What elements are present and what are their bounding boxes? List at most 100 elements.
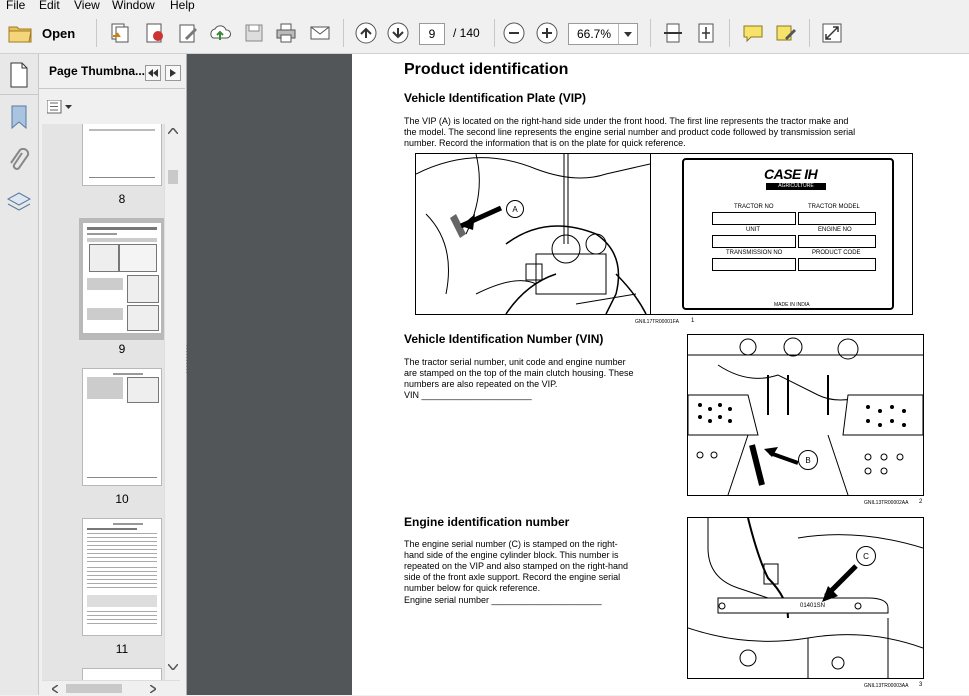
scrollbar-thumb[interactable]: [66, 684, 122, 693]
vip-text-line: the model. The second line represents th…: [404, 127, 856, 137]
thumbnail-page-12[interactable]: [82, 668, 162, 680]
scrollbar-thumb[interactable]: [168, 170, 178, 184]
thumbnail-horizontal-scrollbar[interactable]: [42, 680, 180, 696]
zoom-out-button[interactable]: [502, 21, 526, 45]
thumbnail-label: 8: [118, 192, 126, 206]
combine-files-button[interactable]: [108, 21, 132, 45]
highlighter-icon: [776, 25, 796, 41]
floppy-disk-icon: [245, 24, 263, 42]
plate-field-label: ENGINE NO: [818, 227, 852, 233]
callout-a: A: [506, 200, 524, 218]
previous-page-button[interactable]: [354, 21, 378, 45]
fit-page-width-icon: [664, 23, 682, 43]
panel-title: Page Thumbna...: [49, 64, 146, 78]
edit-button[interactable]: [176, 21, 200, 45]
zoom-in-button[interactable]: [535, 21, 559, 45]
scroll-down-icon[interactable]: [168, 664, 178, 670]
toolbar-separator: [96, 19, 97, 47]
page-title: Product identification: [404, 61, 569, 78]
callout-b: B: [798, 450, 818, 470]
plate-sub: AGRICULTURE: [766, 183, 826, 190]
vip-figure: A CASE IH AGRICULTURE TRACTOR NO TRACTOR…: [415, 153, 913, 315]
engine-number-figure: 01401SN C: [687, 517, 924, 679]
vin-figure: B: [687, 334, 924, 496]
figure-number: 1: [691, 318, 695, 324]
thumbnail-options-button[interactable]: [46, 99, 73, 117]
paperclip-icon: [10, 147, 30, 170]
panel-divider: [39, 88, 185, 89]
folder-icon: [8, 26, 32, 43]
thumbnail-scrollbar[interactable]: [164, 124, 181, 680]
plate-field-label: TRANSMISSION NO: [726, 250, 783, 256]
speech-bubble-icon: [743, 25, 763, 43]
documents-icon: [111, 23, 129, 43]
envelope-icon: [310, 26, 330, 40]
arrow-up-circle-icon: [355, 22, 377, 44]
plus-circle-icon: [536, 22, 558, 44]
layers-tab[interactable]: [6, 190, 32, 219]
page-thumbnails-tab[interactable]: [7, 62, 31, 91]
fit-page-button[interactable]: [694, 21, 718, 45]
menu-file[interactable]: File: [6, 0, 25, 12]
plate-field-label: UNIT: [746, 227, 760, 233]
upload-button[interactable]: [208, 21, 232, 45]
bookmarks-tab[interactable]: [8, 104, 30, 133]
expand-panel-button[interactable]: [165, 65, 181, 81]
callout-c: C: [856, 546, 876, 566]
fullscreen-button[interactable]: [820, 21, 844, 45]
chevron-right-icon: [170, 69, 176, 77]
scroll-up-icon[interactable]: [168, 128, 178, 134]
document-page: Product identification Vehicle Identific…: [352, 54, 969, 695]
figure-caption: GNIL13TR00002AA: [864, 500, 909, 506]
collapse-panel-button[interactable]: [145, 65, 161, 81]
scroll-right-icon[interactable]: [150, 685, 156, 693]
engine-text-line: hand side of the engine cylinder block. …: [404, 550, 619, 560]
engine-heading: Engine identification number: [404, 515, 570, 529]
save-button[interactable]: [242, 21, 266, 45]
page-total: / 140: [453, 26, 480, 40]
menu-window[interactable]: Window: [112, 0, 155, 12]
options-list-icon: [46, 99, 72, 114]
menu-edit[interactable]: Edit: [39, 0, 60, 12]
thumbnail-page-8[interactable]: [82, 124, 162, 186]
toolbar-separator: [729, 19, 730, 47]
thumbnail-page-10[interactable]: [82, 368, 162, 486]
plate-made-in: MADE IN INDIA: [774, 302, 810, 308]
clutch-housing-illustration: [688, 337, 923, 495]
chevron-down-icon[interactable]: [618, 24, 637, 44]
thumbnail-label: 11: [115, 642, 129, 656]
comment-button[interactable]: [741, 21, 765, 45]
menu-bar: File Edit View Window Help: [0, 0, 969, 13]
double-chevron-left-icon: [148, 69, 158, 77]
printer-icon: [276, 23, 296, 43]
print-button[interactable]: [274, 21, 298, 45]
attachments-tab[interactable]: [8, 147, 30, 177]
toolbar: Open 9 / 140 66.7%: [0, 13, 969, 54]
thumbnail-page-9[interactable]: [82, 222, 162, 334]
create-pdf-button[interactable]: [142, 21, 166, 45]
vin-text-line: numbers are also repeated on the VIP.: [404, 379, 558, 389]
menu-view[interactable]: View: [74, 0, 100, 12]
cloud-upload-icon: [210, 25, 231, 40]
expand-icon: [822, 23, 842, 43]
open-button[interactable]: Open: [8, 21, 75, 45]
bookmark-icon: [11, 105, 27, 130]
plate-field-label: TRACTOR NO: [734, 204, 774, 210]
figure-caption: GNIL13TR00003AA: [864, 683, 909, 689]
identification-plate: CASE IH AGRICULTURE TRACTOR NO TRACTOR M…: [682, 158, 894, 310]
arrow-down-circle-icon: [387, 22, 409, 44]
fit-page-icon: [698, 23, 714, 43]
engine-stamp: 01401SN: [800, 603, 826, 609]
engine-text-line: The engine serial number (C) is stamped …: [404, 539, 618, 549]
thumbnail-page-11[interactable]: [82, 518, 162, 636]
page-number-input[interactable]: 9: [419, 23, 445, 45]
figure-caption: GNIL17TR00001FA: [635, 319, 679, 325]
zoom-select[interactable]: 66.7%: [568, 23, 638, 45]
next-page-button[interactable]: [386, 21, 410, 45]
fit-width-button[interactable]: [661, 21, 685, 45]
highlight-button[interactable]: [774, 21, 798, 45]
menu-help[interactable]: Help: [170, 0, 195, 12]
engine-text-line: number below for quick reference.: [404, 583, 541, 593]
scroll-left-icon[interactable]: [52, 685, 58, 693]
email-button[interactable]: [308, 21, 332, 45]
